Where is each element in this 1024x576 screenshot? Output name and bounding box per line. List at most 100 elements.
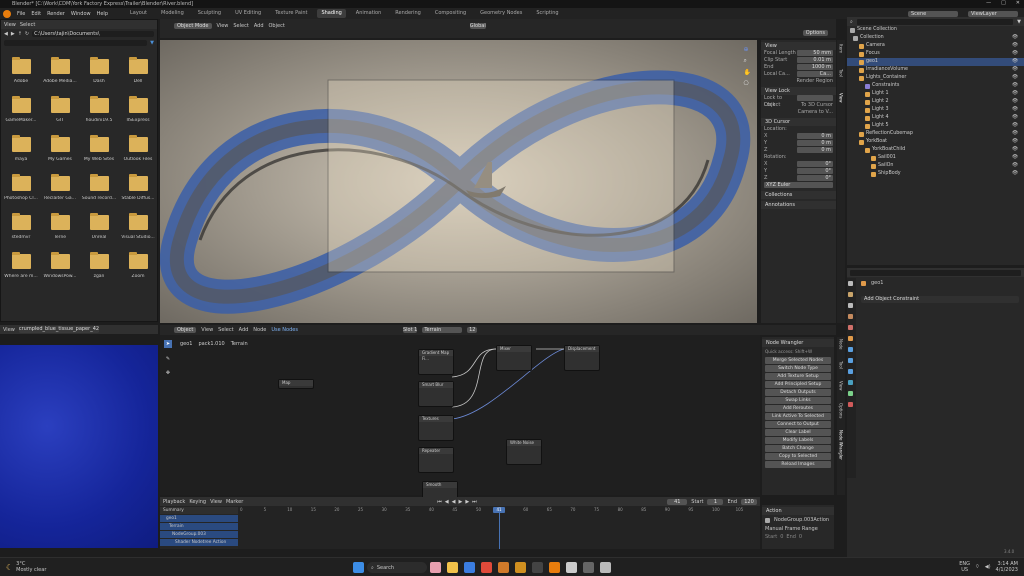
- outliner-filter-icon[interactable]: ▼: [1017, 19, 1021, 25]
- object-tab-icon[interactable]: [848, 336, 853, 341]
- camera-to-view-checkbox[interactable]: Camera to V...: [798, 109, 833, 116]
- tab-view[interactable]: View: [839, 93, 844, 103]
- outliner-item[interactable]: Focus 👁︎: [847, 50, 1024, 58]
- rot-z-field[interactable]: 0°: [797, 175, 833, 181]
- visibility-eye-icon[interactable]: 👁︎: [1012, 122, 1018, 130]
- render-tab-icon[interactable]: [848, 292, 853, 297]
- view-section-header[interactable]: View: [761, 42, 836, 50]
- outliner-item[interactable]: Lights_Container 👁︎: [847, 74, 1024, 82]
- filter-icon[interactable]: ▼: [150, 40, 154, 46]
- app-icon-9[interactable]: [566, 562, 577, 573]
- visibility-eye-icon[interactable]: 👁︎: [1012, 138, 1018, 146]
- shader-node[interactable]: Gradient Map Fi...: [418, 349, 454, 375]
- end-frame-field[interactable]: 120: [741, 498, 757, 505]
- camera-view-icon[interactable]: ⎔: [744, 80, 751, 87]
- wrangler-button[interactable]: Swap Links: [765, 397, 831, 404]
- shader-node[interactable]: Smart Blur: [418, 381, 454, 407]
- clock[interactable]: 3:14 AM 4/1/2023: [996, 561, 1018, 573]
- constraints-tab-icon[interactable]: [848, 380, 853, 385]
- close-button[interactable]: ✕: [1016, 0, 1020, 8]
- refresh-icon[interactable]: ↻: [25, 31, 29, 37]
- material-tab-icon[interactable]: [848, 402, 853, 407]
- outliner-item[interactable]: Light 3 👁︎: [847, 106, 1024, 114]
- menu-window[interactable]: Window: [71, 11, 91, 17]
- transform-orientation[interactable]: Global: [469, 22, 486, 29]
- shader-node[interactable]: Map: [278, 379, 314, 389]
- tab-geometry-nodes[interactable]: Geometry Nodes: [476, 9, 526, 18]
- outliner-item[interactable]: geo1 👁︎: [847, 58, 1024, 66]
- visibility-eye-icon[interactable]: 👁︎: [1012, 170, 1018, 178]
- world-tab-icon[interactable]: [848, 325, 853, 330]
- node-node-menu[interactable]: Node: [253, 327, 266, 333]
- track-row[interactable]: Summary: [160, 507, 238, 514]
- folder-item[interactable]: GameMaker...: [3, 96, 39, 136]
- outliner-item[interactable]: ReflectionCubemap 👁︎: [847, 130, 1024, 138]
- node-view-menu[interactable]: View: [201, 327, 213, 333]
- wrangler-button[interactable]: Modify Labels: [765, 437, 831, 444]
- tab-node-tool[interactable]: Tool: [839, 361, 844, 369]
- folder-item[interactable]: houdini19.5: [81, 96, 117, 136]
- shader-node[interactable]: Displacement: [564, 345, 600, 371]
- folder-item[interactable]: Visual Studio...: [120, 213, 156, 253]
- blender-logo-icon[interactable]: [3, 9, 11, 18]
- shader-node[interactable]: Repeater: [418, 447, 454, 473]
- path-field[interactable]: C:\Users\tajin\Documents\: [32, 31, 154, 37]
- folder-item[interactable]: Where are m...: [3, 252, 39, 292]
- folder-item[interactable]: Adobe Media...: [42, 57, 78, 97]
- viewport-add-menu[interactable]: Add: [254, 23, 264, 29]
- tab-texture-paint[interactable]: Texture Paint: [271, 9, 311, 18]
- folder-item[interactable]: zgan: [81, 252, 117, 292]
- taskbar-search[interactable]: ⌕ Search: [367, 562, 427, 573]
- wrangler-button[interactable]: Clear Label: [765, 429, 831, 436]
- back-icon[interactable]: ◀: [4, 31, 8, 37]
- playback-menu[interactable]: Playback: [163, 499, 185, 505]
- outliner-item[interactable]: ShipBody 👁︎: [847, 170, 1024, 178]
- tab-options[interactable]: Options: [839, 403, 844, 418]
- track-row[interactable]: geo1: [160, 515, 238, 522]
- visibility-eye-icon[interactable]: 👁︎: [1012, 74, 1018, 82]
- shader-node[interactable]: White Noise: [506, 439, 542, 465]
- app-icon-1[interactable]: [430, 562, 441, 573]
- options-button[interactable]: Options: [802, 30, 828, 36]
- outliner-item[interactable]: YorkBoat 👁︎: [847, 138, 1024, 146]
- local-camera-field[interactable]: Ca...: [797, 71, 833, 77]
- modifier-tab-icon[interactable]: [848, 347, 853, 352]
- folder-item[interactable]: Reclaiter Ga...: [42, 174, 78, 214]
- scene-tab-icon[interactable]: [848, 314, 853, 319]
- tab-modeling[interactable]: Modeling: [157, 9, 188, 18]
- app-icon-11[interactable]: [600, 562, 611, 573]
- explorer-icon[interactable]: [447, 562, 458, 573]
- visibility-eye-icon[interactable]: 👁︎: [1012, 58, 1018, 66]
- tab-item[interactable]: Item: [839, 44, 844, 53]
- 3d-viewport[interactable]: ⊕ ⌕ ✋ ⎔: [160, 40, 757, 323]
- shader-node[interactable]: Mixer: [496, 345, 532, 371]
- viewport-view-menu[interactable]: View: [217, 23, 229, 29]
- properties-search-input[interactable]: [850, 269, 1021, 276]
- start-icon[interactable]: [353, 562, 364, 573]
- folder-item[interactable]: GIT: [42, 96, 78, 136]
- outliner-item[interactable]: Collection 👁︎: [847, 34, 1024, 42]
- playhead[interactable]: [499, 507, 500, 549]
- parent-icon[interactable]: ↑: [18, 31, 22, 37]
- material-users[interactable]: 12: [467, 327, 478, 333]
- visibility-eye-icon[interactable]: 👁︎: [1012, 130, 1018, 138]
- particles-tab-icon[interactable]: [848, 358, 853, 363]
- wrangler-button[interactable]: Connect to Output: [765, 421, 831, 428]
- menu-file[interactable]: File: [17, 11, 25, 17]
- minimize-button[interactable]: —: [986, 0, 991, 8]
- image-canvas[interactable]: [0, 345, 158, 548]
- folder-item[interactable]: Sound record...: [81, 174, 117, 214]
- folder-item[interactable]: Terne: [42, 213, 78, 253]
- folder-item[interactable]: WindowsPow...: [42, 252, 78, 292]
- loc-z-field[interactable]: 0 m: [797, 147, 833, 153]
- menu-render[interactable]: Render: [47, 11, 65, 17]
- tab-tool[interactable]: Tool: [839, 69, 844, 77]
- image-view-menu[interactable]: View: [3, 327, 15, 333]
- clip-end-field[interactable]: 1000 m: [797, 64, 833, 70]
- loc-x-field[interactable]: 0 m: [797, 133, 833, 139]
- axis-gizmo-icon[interactable]: ⊕: [744, 46, 751, 53]
- tab-rendering[interactable]: Rendering: [391, 9, 425, 18]
- viewlayer-selector[interactable]: ViewLayer: [968, 10, 1018, 17]
- menu-edit[interactable]: Edit: [31, 11, 41, 17]
- focal-length-field[interactable]: 50 mm: [797, 50, 833, 56]
